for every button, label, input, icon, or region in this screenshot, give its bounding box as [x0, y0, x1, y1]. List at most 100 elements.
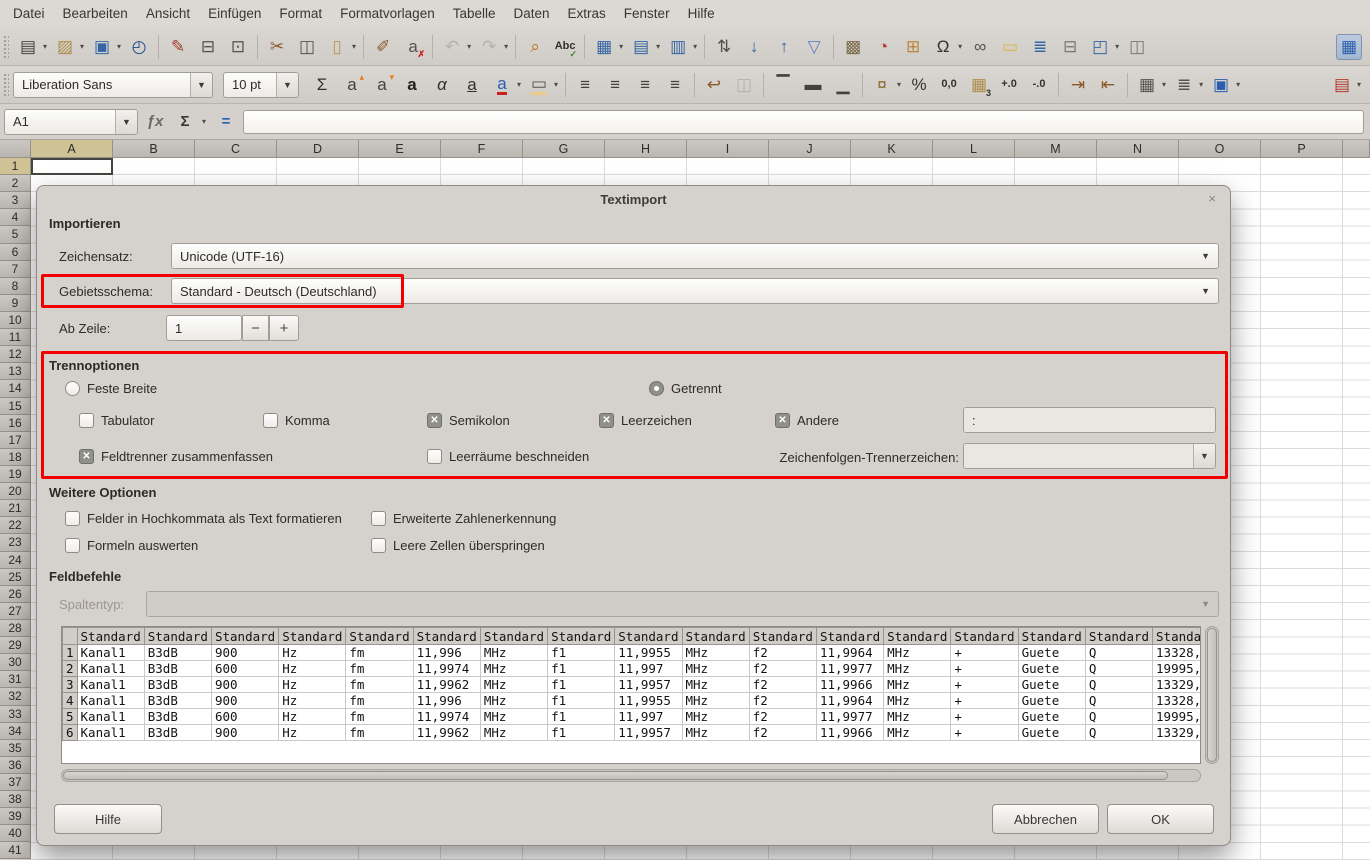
preview-cell[interactable]: MHz [480, 709, 547, 725]
locale-combo[interactable]: Standard - Deutsch (Deutschland) ▼ [171, 278, 1219, 304]
preview-cell[interactable]: Kanal1 [77, 709, 144, 725]
highlighting-color-dropdown[interactable]: ▾ [554, 80, 558, 89]
row-header-38[interactable]: 38 [0, 791, 31, 808]
preview-cell[interactable]: + [951, 725, 1018, 741]
preview-column-header-8[interactable]: Standard [548, 628, 615, 645]
preview-cell[interactable]: Kanal1 [77, 677, 144, 693]
menu-ansicht[interactable]: Ansicht [137, 0, 199, 28]
split-window-icon[interactable]: ◫ [1124, 34, 1150, 60]
font-color-dropdown[interactable]: ▾ [517, 80, 521, 89]
string-delimiter-combo[interactable]: ▼ [963, 443, 1216, 469]
column-header-o[interactable]: O [1179, 140, 1261, 158]
row-header-40[interactable]: 40 [0, 825, 31, 842]
preview-cell[interactable]: f1 [548, 677, 615, 693]
row-header-29[interactable]: 29 [0, 637, 31, 654]
checkbox-leere-zellen-überspringen[interactable] [371, 538, 386, 553]
preview-column-header-7[interactable]: Standard [480, 628, 547, 645]
select-all-corner[interactable] [0, 140, 31, 158]
preview-cell[interactable]: Guete [1018, 709, 1085, 725]
format-as-percent-icon[interactable]: % [906, 72, 932, 98]
undo-dropdown[interactable]: ▾ [467, 42, 471, 51]
wrap-text-icon[interactable]: ↩ [701, 72, 727, 98]
column-header-m[interactable]: M [1015, 140, 1097, 158]
preview-cell[interactable]: 13328,89 [1153, 693, 1201, 709]
preview-cell[interactable]: Q [1085, 645, 1152, 661]
preview-column-header-13[interactable]: Standard [884, 628, 951, 645]
border-style-icon[interactable]: ≣ [1171, 72, 1197, 98]
preview-cell[interactable]: MHz [480, 725, 547, 741]
save-dropdown[interactable]: ▾ [117, 42, 121, 51]
merge-cells-icon[interactable]: ◫ [731, 72, 757, 98]
preview-cell[interactable]: 11,9966 [816, 725, 883, 741]
checkbox-leerräume-beschneiden[interactable] [427, 449, 442, 464]
preview-cell[interactable]: MHz [682, 661, 749, 677]
delete-decimal-place-icon[interactable]: -.0 [1026, 72, 1052, 98]
preview-cell[interactable]: fm [346, 725, 413, 741]
print-icon[interactable]: ⊟ [195, 34, 221, 60]
preview-cell[interactable]: 11,9957 [615, 677, 682, 693]
preview-cell[interactable]: MHz [682, 693, 749, 709]
clear-formatting-icon[interactable]: a✗ [400, 34, 426, 60]
column-header-c[interactable]: C [195, 140, 277, 158]
font-size-dropdown[interactable]: ▼ [276, 73, 298, 97]
checkbox-komma[interactable] [263, 413, 278, 428]
preview-cell[interactable]: fm [346, 677, 413, 693]
help-button[interactable]: Hilfe [54, 804, 162, 834]
menu-format[interactable]: Format [270, 0, 331, 28]
preview-cell[interactable]: f1 [548, 645, 615, 661]
row-header-18[interactable]: 18 [0, 449, 31, 466]
row-header-35[interactable]: 35 [0, 740, 31, 757]
preview-cell[interactable]: + [951, 677, 1018, 693]
italic-icon[interactable]: α [429, 72, 455, 98]
font-color-icon[interactable]: a [489, 72, 515, 98]
preview-cell[interactable]: f1 [548, 693, 615, 709]
scrollbar-thumb[interactable] [63, 771, 1168, 780]
preview-cell[interactable]: 11,996 [413, 645, 480, 661]
row-header-2[interactable]: 2 [0, 175, 31, 192]
preview-vertical-scrollbar[interactable] [1205, 626, 1219, 764]
checkbox-semikolon[interactable]: ✕ [427, 413, 442, 428]
insert-row-icon[interactable]: ▤ [628, 34, 654, 60]
preview-cell[interactable]: 900 [211, 693, 278, 709]
close-icon[interactable]: × [1208, 191, 1216, 206]
toolbar-grip[interactable] [3, 35, 9, 59]
checkbox-formeln-auswerten[interactable] [65, 538, 80, 553]
function-wizard-icon[interactable]: ƒx [142, 110, 168, 134]
preview-column-header-17[interactable]: Standard [1153, 628, 1201, 645]
string-delimiter-dropdown[interactable]: ▼ [1193, 444, 1215, 468]
row-header-36[interactable]: 36 [0, 757, 31, 774]
menu-formatvorlagen[interactable]: Formatvorlagen [331, 0, 444, 28]
radio-feste-breite[interactable] [65, 381, 80, 396]
row-header-30[interactable]: 30 [0, 654, 31, 671]
select-sum-dropdown[interactable]: ▾ [202, 117, 206, 126]
table-dropdown[interactable]: ▾ [619, 42, 623, 51]
preview-cell[interactable]: MHz [480, 645, 547, 661]
preview-cell[interactable]: Q [1085, 709, 1152, 725]
preview-cell[interactable]: MHz [884, 661, 951, 677]
preview-cell[interactable]: fm [346, 693, 413, 709]
column-header-f[interactable]: F [441, 140, 523, 158]
checkbox-leerzeichen[interactable]: ✕ [599, 413, 614, 428]
row-header-24[interactable]: 24 [0, 552, 31, 569]
align-right-icon[interactable]: ≡ [632, 72, 658, 98]
checkbox-erweiterte-zahlenerkennung[interactable] [371, 511, 386, 526]
column-header-i[interactable]: I [687, 140, 769, 158]
menu-daten[interactable]: Daten [505, 0, 559, 28]
preview-cell[interactable]: MHz [884, 725, 951, 741]
menu-bearbeiten[interactable]: Bearbeiten [54, 0, 137, 28]
menu-fenster[interactable]: Fenster [615, 0, 679, 28]
new-document-icon[interactable]: ▤ [15, 34, 41, 60]
preview-cell[interactable]: 900 [211, 645, 278, 661]
new-document-dropdown[interactable]: ▾ [43, 42, 47, 51]
insert-image-icon[interactable]: ▩ [840, 34, 866, 60]
row-header-13[interactable]: 13 [0, 363, 31, 380]
preview-cell[interactable]: f2 [749, 709, 816, 725]
preview-cell[interactable]: 11,9964 [816, 693, 883, 709]
preview-cell[interactable]: Hz [279, 677, 346, 693]
preview-cell[interactable]: MHz [480, 693, 547, 709]
align-bottom-icon[interactable]: ▁ [830, 72, 856, 98]
border-color-dropdown[interactable]: ▾ [1236, 80, 1240, 89]
format-as-currency-dropdown[interactable]: ▾ [897, 80, 901, 89]
insert-hyperlink-icon[interactable]: ∞ [967, 34, 993, 60]
insert-row-dropdown[interactable]: ▾ [656, 42, 660, 51]
